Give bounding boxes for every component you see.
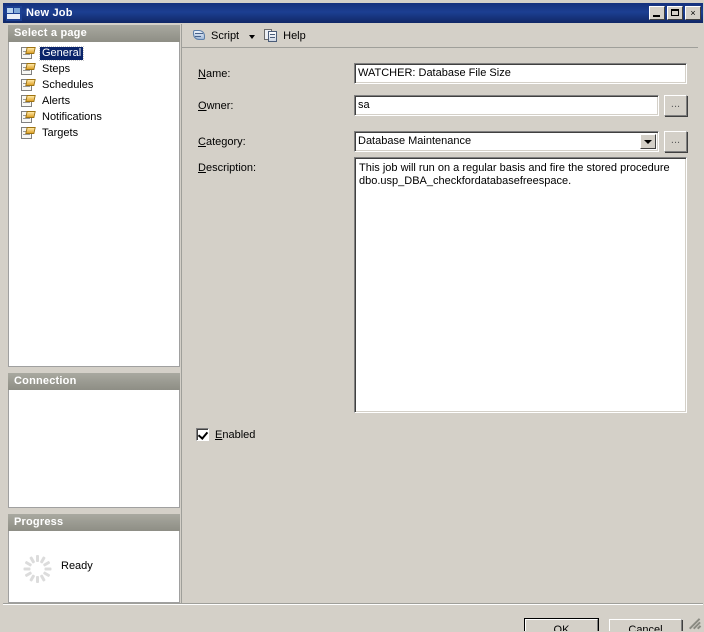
minimize-icon[interactable]	[649, 6, 665, 20]
connection-header: Connection	[8, 373, 180, 390]
page-icon	[20, 78, 36, 92]
chevron-down-icon[interactable]	[249, 34, 256, 39]
help-button-label: Help	[283, 29, 306, 42]
spinner-icon	[22, 554, 52, 584]
close-icon[interactable]: ×	[685, 6, 701, 20]
maximize-icon[interactable]	[667, 6, 683, 20]
sidebar-item-label: General	[38, 45, 85, 61]
script-button[interactable]: Script	[189, 26, 242, 46]
enabled-checkbox-row[interactable]: Enabled	[196, 428, 255, 441]
progress-header: Progress	[8, 514, 180, 531]
connection-panel	[8, 390, 180, 508]
sidebar-item-general[interactable]: General	[9, 45, 179, 61]
description-textarea[interactable]: This job will run on a regular basis and…	[354, 157, 687, 413]
content-pane: Script Help Name: WATCHER: Database File…	[181, 24, 698, 603]
progress-status: Ready	[61, 560, 93, 572]
sidebar: Select a page General Steps Schedules Al…	[8, 25, 180, 603]
title-bar[interactable]: New Job ×	[3, 3, 703, 23]
category-select-value: Database Maintenance	[358, 135, 472, 147]
description-label: Description:	[198, 162, 257, 174]
page-icon	[20, 126, 36, 140]
toolbar: Script Help	[182, 24, 698, 48]
select-a-page-header: Select a page	[8, 25, 180, 42]
sidebar-item-label: Alerts	[42, 94, 71, 107]
sidebar-item-label: Notifications	[42, 110, 102, 123]
enabled-checkbox[interactable]	[196, 428, 209, 441]
category-browse-button[interactable]: ...	[664, 131, 687, 152]
general-page-form: Name: WATCHER: Database File Size Owner:…	[182, 48, 698, 603]
sidebar-item-label: Targets	[42, 126, 79, 139]
page-icon	[20, 94, 36, 108]
name-label: Name:	[198, 68, 231, 80]
owner-input[interactable]: sa	[354, 95, 659, 116]
script-button-label: Script	[211, 29, 240, 42]
dialog-footer: OK Cancel	[3, 604, 703, 631]
name-input[interactable]: WATCHER: Database File Size	[354, 63, 687, 84]
enabled-label: Enabled	[215, 428, 256, 441]
page-icon	[20, 62, 36, 76]
sidebar-item-notifications[interactable]: Notifications	[9, 109, 179, 125]
sidebar-item-label: Schedules	[42, 78, 94, 91]
owner-label: Owner:	[198, 100, 234, 112]
script-icon	[192, 28, 207, 43]
sidebar-item-label: Steps	[42, 62, 71, 75]
page-list: General Steps Schedules Alerts Notificat…	[8, 42, 180, 367]
page-icon	[20, 46, 36, 60]
sidebar-item-targets[interactable]: Targets	[9, 125, 179, 141]
help-icon	[264, 28, 279, 43]
page-title: New Job	[26, 7, 73, 19]
owner-browse-button[interactable]: ...	[664, 95, 687, 116]
chevron-down-icon[interactable]	[640, 134, 656, 149]
help-button[interactable]: Help	[261, 26, 309, 46]
new-job-dialog: New Job × Select a page General Steps Sc…	[0, 0, 704, 632]
window-controls: ×	[649, 6, 701, 20]
sidebar-item-steps[interactable]: Steps	[9, 61, 179, 77]
category-label: Category:	[198, 136, 246, 148]
ok-button[interactable]: OK	[524, 618, 599, 631]
category-select[interactable]: Database Maintenance	[354, 131, 659, 152]
sidebar-item-alerts[interactable]: Alerts	[9, 93, 179, 109]
cancel-button[interactable]: Cancel	[609, 619, 682, 631]
progress-panel: Ready	[8, 531, 180, 603]
dialog-client-area: Select a page General Steps Schedules Al…	[3, 24, 703, 631]
sidebar-item-schedules[interactable]: Schedules	[9, 77, 179, 93]
resize-grip[interactable]	[689, 617, 702, 630]
page-icon	[20, 110, 36, 124]
window-icon	[6, 5, 22, 21]
